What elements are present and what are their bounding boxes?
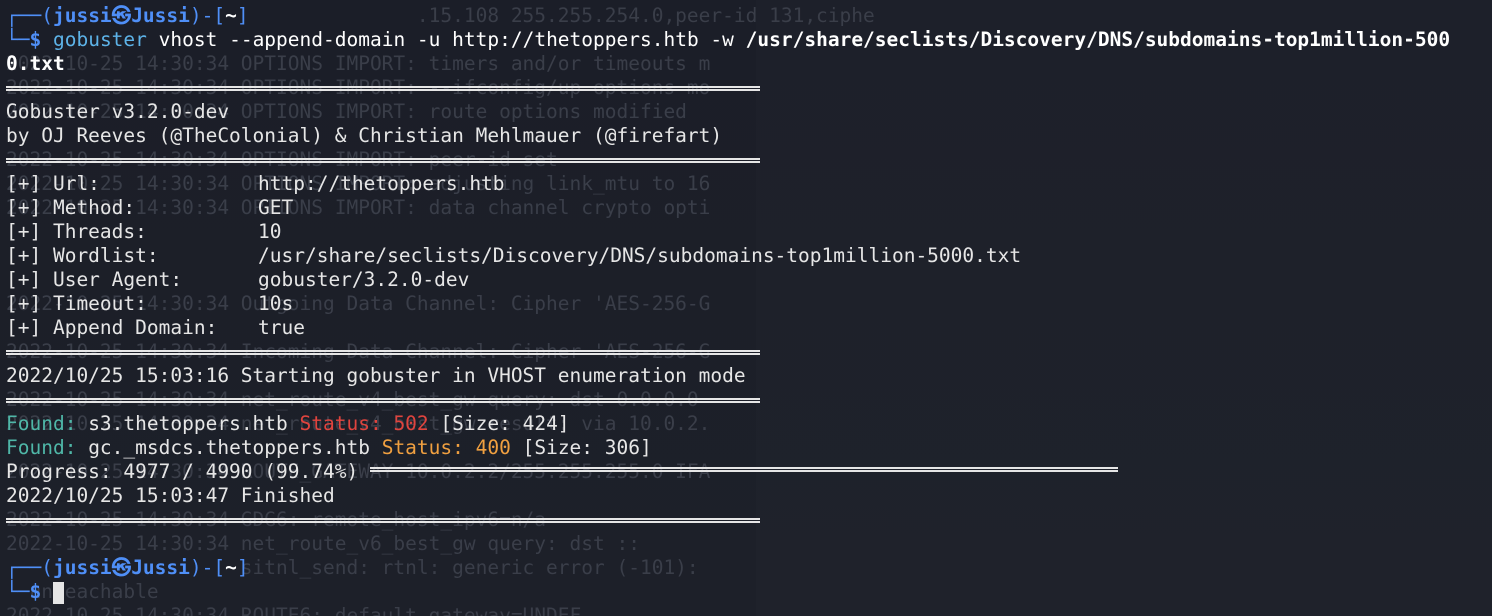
prompt-host: Jussi [131, 556, 190, 579]
option-value: http://thetoppers.htb [258, 172, 505, 195]
prompt-mid: )-[ [189, 556, 226, 579]
prompt-dir: ~ [225, 556, 237, 579]
option-key: [+] Method: [6, 196, 136, 219]
start-message: 2022/10/25 15:03:16 Starting gobuster in… [6, 364, 746, 387]
command-line: └─$ gobuster vhost --append-domain -u ht… [6, 28, 1450, 52]
option-row: [+] Wordlist: /usr/share/seclists/Discove… [6, 244, 1021, 268]
option-value: 10s [258, 292, 294, 315]
found-label: Found: [6, 436, 77, 459]
option-row: [+] Append Domain: true [6, 316, 305, 340]
terminal-window[interactable]: .15.108 255.255.254.0,peer-id 131,ciphe … [0, 0, 1492, 616]
banner-version: Gobuster v3.2.0-dev [6, 100, 230, 123]
found-host: s3.thetoppers.htb [76, 412, 300, 435]
banner-authors: by OJ Reeves (@TheColonial) & Christian … [6, 124, 723, 147]
option-value: /usr/share/seclists/Discovery/DNS/subdom… [258, 244, 1022, 267]
option-key: [+] Timeout: [6, 292, 147, 315]
background-text-line: 2022-10-25 14:30:34 ROUTE6: default_gate… [6, 604, 582, 616]
option-value: true [258, 316, 305, 339]
prompt-dollar: $ [29, 28, 42, 51]
status-label: Status: [381, 436, 476, 459]
command-wordlist: /usr/share/seclists/Discovery/DNS/subdom… [745, 28, 1451, 51]
option-row: [+] Threads: 10 [6, 220, 281, 244]
separator-line [6, 86, 760, 91]
status-code: 400 [475, 436, 511, 459]
prompt-at-icon: ㉿ [111, 556, 132, 579]
found-host: gc._msdcs.thetoppers.htb [76, 436, 382, 459]
finished-message: 2022/10/25 15:03:47 Finished [6, 484, 335, 507]
status-code: 502 [393, 412, 429, 435]
prompt-host: Jussi [131, 4, 190, 27]
option-row: [+] Timeout: 10s [6, 292, 293, 316]
prompt-user: jussi [52, 4, 112, 27]
found-label: Found: [6, 412, 77, 435]
separator-line [6, 350, 760, 355]
prompt-end: ] [236, 556, 249, 579]
background-text-line: 2022-10-25 14:30:34 OPTIONS IMPORT: time… [6, 52, 711, 75]
result-size: [Size: 306] [510, 436, 652, 459]
command-wordlist-wrap: 0.txt [6, 52, 65, 75]
option-row: [+] User Agent: gobuster/3.2.0-dev [6, 268, 469, 292]
background-window-panel [756, 0, 1492, 616]
prompt-top-line: ┌──(jussi㉿Jussi)-[~] [6, 4, 249, 28]
result-row: Found: s3.thetoppers.htb Status: 502 [Si… [6, 412, 570, 436]
status-label: Status: [299, 412, 394, 435]
option-value: 10 [258, 220, 282, 243]
progress-text: Progress: 4977 / 4990 (99.74%) [6, 460, 359, 483]
option-key: [+] User Agent: [6, 268, 183, 291]
option-row: [+] Method: GET [6, 196, 293, 220]
progress-line: Progress: 4977 / 4990 (99.74%) [6, 460, 358, 484]
result-size: [Size: 424] [428, 412, 570, 435]
option-value: GET [258, 196, 294, 219]
progress-separator [370, 467, 1118, 472]
separator-line [6, 398, 760, 403]
option-key: [+] Threads: [6, 220, 147, 243]
option-key: [+] Wordlist: [6, 244, 159, 267]
option-value: gobuster/3.2.0-dev [258, 268, 470, 291]
command-args: vhost --append-domain -u http://thetoppe… [146, 28, 746, 51]
prompt-end: ] [236, 4, 249, 27]
prompt-prefix: ┌──( [6, 556, 53, 579]
prompt-user: jussi [52, 556, 112, 579]
prompt-dir: ~ [225, 4, 237, 27]
command-program: gobuster [52, 28, 147, 51]
prompt-prefix: ┌──( [6, 4, 53, 27]
prompt-bottom-prefix: └─ [6, 28, 30, 51]
option-key: [+] Append Domain: [6, 316, 218, 339]
prompt-at-icon: ㉿ [111, 4, 132, 27]
prompt-top-line: ┌──(jussi㉿Jussi)-[~] [6, 556, 249, 580]
prompt-mid: )-[ [189, 4, 226, 27]
separator-line [6, 518, 760, 523]
text-cursor[interactable] [52, 581, 64, 604]
option-row: [+] Url: http://thetoppers.htb [6, 172, 505, 196]
prompt-dollar: $ [29, 580, 42, 603]
prompt-bottom-prefix: └─ [6, 580, 30, 603]
option-key: [+] Url: [6, 172, 100, 195]
background-text-line: 2022-10-25 14:30:34 net_route_v6_best_gw… [6, 532, 640, 555]
input-line[interactable]: └─$ [6, 580, 64, 604]
separator-line [6, 158, 760, 163]
result-row: Found: gc._msdcs.thetoppers.htb Status: … [6, 436, 652, 460]
